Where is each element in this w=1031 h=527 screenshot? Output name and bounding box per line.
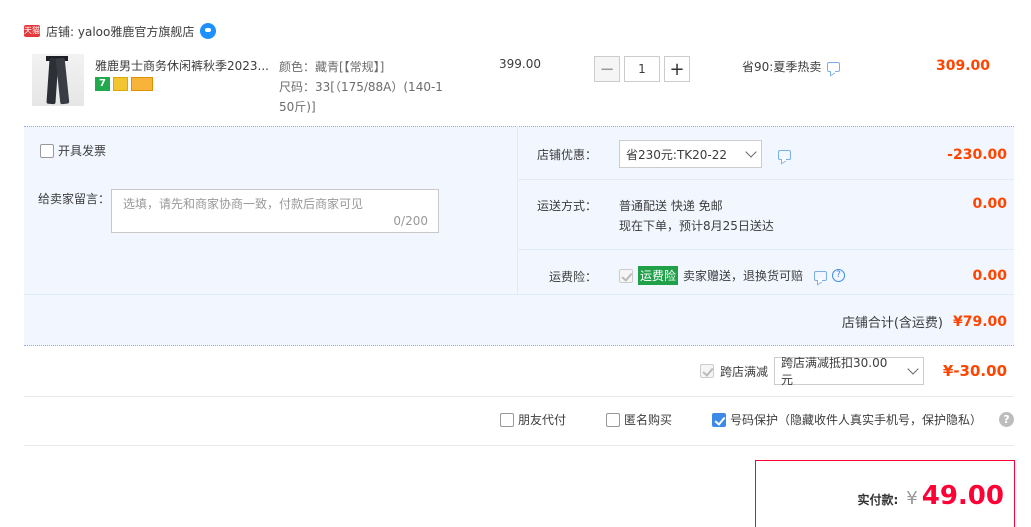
divider [518,249,1014,250]
service-badges: 7 [95,77,153,91]
divider [24,294,1014,295]
anonymous-label: 匿名购买 [624,413,673,427]
shop-discount-amount: -230.00 [947,147,1007,163]
item-promotion: 省90:夏季热卖 [742,58,841,75]
seller-message-textarea[interactable]: 选填，请先和商家协商一致，付款后商家可见 0/200 [111,189,439,233]
payment-summary-box: 实付款: ¥ 49.00 [755,460,1015,527]
cross-store-amount: ¥-30.00 [942,362,1007,380]
product-thumbnail[interactable] [32,54,84,106]
chevron-down-icon [907,363,919,375]
friend-pay-option[interactable]: 朋友代付 [500,411,566,428]
quantity-stepper: − 1 + [594,56,690,82]
shop-discount-select[interactable]: 省230元:TK20-22 [619,140,762,168]
currency-symbol: ¥ [906,488,918,509]
shop-discount-label: 店铺优惠： [536,148,597,162]
shop-total-amount: ¥79.00 [952,313,1007,330]
sku-color: 颜色：藏青[【常规】] [279,60,385,74]
insurance-fee: 0.00 [972,268,1007,284]
order-item-row: 雅鹿男士商务休闲裤秋季2023... 7 颜色：藏青[【常规】] 尺码：33[（… [24,46,1014,126]
insurance-tag: 运费险 [638,266,679,285]
order-extra-options: 朋友代付 匿名购买 号码保护（隐藏收件人真实手机号，保护隐私） [500,411,982,428]
anonymous-option[interactable]: 匿名购买 [606,411,672,428]
help-icon[interactable]: ? [999,412,1014,427]
quantity-input[interactable]: 1 [624,56,660,82]
sku-size: 尺码：33[（175/88A）(140-1 [279,80,443,94]
shipping-fee: 0.00 [972,196,1007,212]
guarantee-badge-icon [113,77,128,91]
quantity-decrease-button[interactable]: − [594,56,620,82]
shipping-eta: 现在下单，预计8月25日送达 [619,219,774,233]
invoice-option[interactable]: 开具发票 [40,142,106,159]
invoice-label: 开具发票 [58,144,107,158]
message-char-count: 0/200 [393,214,428,228]
promo-comment-icon[interactable] [827,61,841,72]
wangwang-chat-icon[interactable] [200,23,217,39]
sku-size-cont: 50斤)] [279,100,316,114]
credit-card-badge-icon [131,77,153,91]
tmall-badge-icon: 天猫 [24,25,40,37]
cross-store-select[interactable]: 跨店满减抵扣30.00元 [774,356,925,387]
shop-header: 天猫 店铺: yaloo雅鹿官方旗舰店 [24,20,217,42]
number-protect-option[interactable]: 号码保护（隐藏收件人真实手机号，保护隐私） [712,411,982,428]
cross-store-checkbox [700,364,714,378]
question-icon[interactable]: ? [832,269,846,282]
friend-pay-checkbox[interactable] [500,412,514,427]
shop-total-label: 店铺合计(含运费) [841,316,943,331]
shop-total: 店铺合计(含运费) ¥79.00 [841,312,1007,332]
cross-store-value: 跨店满减抵扣30.00元 [781,356,888,387]
product-title-link[interactable]: 雅鹿男士商务休闲裤秋季2023... [95,57,275,74]
divider [24,445,1014,446]
friend-pay-label: 朋友代付 [518,413,567,427]
promotion-text: 省90:夏季热卖 [742,60,822,74]
number-protect-checkbox[interactable] [712,412,727,427]
shop-name-link[interactable]: 店铺: yaloo雅鹿官方旗舰店 [46,23,194,40]
product-sku: 颜色：藏青[【常规】] 尺码：33[（175/88A）(140-1 50斤)] [279,57,474,117]
shipping-method: 普通配送 快递 免邮 [619,199,723,213]
discount-comment-icon[interactable] [778,150,791,160]
unit-price: 399.00 [499,57,541,71]
message-label: 给卖家留言： [38,192,111,206]
message-placeholder: 选填，请先和商家协商一致，付款后商家可见 [123,197,364,211]
item-subtotal: 309.00 [935,58,990,74]
divider [518,179,1014,180]
insurance-comment-icon[interactable] [814,270,828,281]
insurance-text: 卖家赠送，退换货可赔 [683,269,804,283]
invoice-checkbox[interactable] [40,143,54,158]
cross-store-discount: 跨店满减 跨店满减抵扣30.00元 [700,356,925,387]
insurance-label: 运费险： [548,270,597,284]
number-protect-label: 号码保护（隐藏收件人真实手机号，保护隐私） [730,413,983,427]
seven-day-return-icon: 7 [95,77,110,91]
chevron-down-icon [745,146,757,158]
insurance-option: 运费险 卖家赠送，退换货可赔 ? [619,266,846,285]
shop-discount-value: 省230元:TK20-22 [626,147,728,162]
payment-label: 实付款: [857,493,899,507]
insurance-checkbox [619,268,633,283]
divider [24,396,1014,397]
shipping-label: 运送方式： [536,199,597,213]
payment-amount: 49.00 [921,481,1004,511]
quantity-increase-button[interactable]: + [664,56,690,82]
anonymous-checkbox[interactable] [606,412,621,427]
cross-store-label: 跨店满减 [720,364,769,379]
